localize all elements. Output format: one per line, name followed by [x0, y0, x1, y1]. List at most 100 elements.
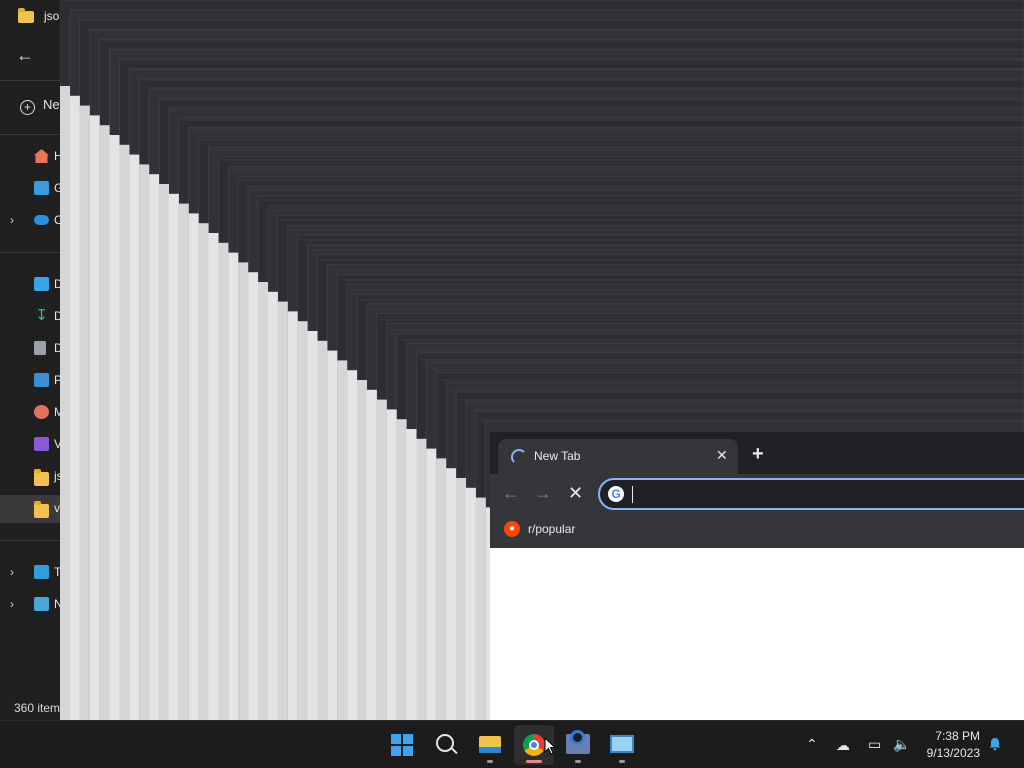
ghost-light-strip — [317, 340, 328, 720]
taskbar: ⌃ ☁ ▭ 🔈 7:38 PM 9/13/2023 — [0, 720, 1024, 768]
new-tab-button[interactable]: + — [752, 444, 764, 464]
ghost-light-strip — [198, 223, 209, 720]
running-indicator — [619, 760, 625, 763]
ghost-light-strip — [337, 360, 348, 720]
tab-title: New Tab — [534, 449, 581, 463]
pictures-icon — [34, 373, 49, 387]
ghost-light-strip — [168, 193, 179, 720]
control-panel-icon — [610, 735, 634, 753]
ghost-light-strip — [228, 252, 239, 720]
documents-icon — [34, 341, 46, 355]
start-button[interactable] — [382, 725, 422, 765]
ghost-light-strip — [307, 331, 318, 720]
page-content[interactable] — [490, 548, 1024, 720]
ghost-light-strip — [426, 448, 437, 720]
remote-app-icon — [566, 730, 590, 754]
network-icon — [34, 597, 49, 611]
close-tab-icon[interactable]: ✕ — [716, 447, 728, 463]
onedrive-tray-icon[interactable]: ☁ — [836, 737, 850, 753]
running-indicator — [487, 760, 493, 763]
running-indicator — [575, 760, 581, 763]
ghost-light-strip — [79, 105, 90, 720]
taskbar-file-explorer[interactable] — [470, 725, 510, 765]
ghost-light-strip — [386, 409, 397, 720]
active-indicator — [526, 760, 542, 763]
tab-new-tab[interactable]: New Tab ✕ — [498, 439, 738, 474]
chrome-window: New Tab ✕ + ← → ✕ G ● r/popular — [490, 432, 1024, 720]
text-caret — [632, 486, 633, 503]
ghost-light-strip — [139, 164, 150, 720]
clock-date[interactable]: 9/13/2023 — [920, 746, 980, 760]
taskbar-control-app[interactable] — [602, 725, 642, 765]
status-bar-item-count: 360 items — [14, 701, 67, 715]
volume-muted-icon[interactable]: 🔈 — [893, 736, 910, 752]
ghost-light-strip — [267, 291, 278, 720]
folder-icon — [34, 469, 49, 486]
back-button[interactable]: ← — [502, 483, 520, 503]
ghost-light-strip — [208, 233, 219, 720]
ghost-light-strip — [327, 350, 338, 720]
close-icon: ✕ — [568, 483, 584, 503]
tab-strip: New Tab ✕ + — [490, 432, 1024, 474]
clock-time[interactable]: 7:38 PM — [928, 729, 980, 743]
music-icon — [34, 405, 49, 419]
ghost-light-strip — [69, 95, 80, 720]
home-icon — [34, 149, 49, 163]
back-button[interactable]: ← — [16, 44, 40, 66]
ghost-light-strip — [376, 399, 387, 720]
ghost-light-strip — [159, 184, 169, 720]
onedrive-icon — [34, 215, 49, 225]
ghost-light-strip — [416, 438, 427, 720]
ghost-light-strip — [99, 125, 110, 720]
chevron-right-icon[interactable]: › — [10, 597, 14, 611]
notification-bell-icon[interactable] — [988, 737, 1002, 751]
search-button[interactable] — [426, 725, 466, 765]
ghost-light-strip — [396, 419, 407, 720]
folder-icon — [18, 8, 34, 23]
file-explorer-icon — [479, 736, 501, 753]
network-tray-icon[interactable]: ▭ — [868, 736, 881, 752]
taskbar-remote-app[interactable] — [558, 725, 598, 765]
download-icon: ↧ — [35, 307, 48, 324]
bookmarks-bar: ● r/popular — [490, 514, 1024, 548]
show-hidden-icons-button[interactable]: ⌃ — [806, 736, 818, 752]
ghost-light-strip — [109, 135, 120, 720]
arrow-left-icon: ← — [502, 483, 520, 503]
ghost-light-strip — [446, 468, 457, 720]
ghost-light-strip — [129, 154, 140, 720]
ghost-light-strip — [277, 301, 288, 720]
chevron-right-icon[interactable]: › — [10, 213, 14, 227]
ghost-light-strip — [366, 389, 377, 720]
chevron-right-icon[interactable]: › — [10, 565, 14, 579]
ghost-light-strip — [347, 370, 358, 720]
ghost-light-strip — [149, 174, 160, 720]
ghost-light-strip — [297, 321, 308, 720]
videos-icon — [34, 437, 49, 451]
ghost-light-strip — [465, 487, 476, 720]
ghost-light-strip — [178, 203, 189, 720]
chevron-up-icon: ⌃ — [806, 736, 818, 752]
address-bar[interactable]: G — [598, 478, 1024, 510]
ghost-light-strip — [456, 478, 466, 720]
desktop-icon — [34, 277, 49, 291]
chrome-icon — [523, 734, 545, 756]
ghost-light-strip — [238, 262, 249, 720]
arrow-left-icon: ← — [16, 45, 34, 65]
ghost-light-strip — [406, 429, 417, 720]
search-icon — [436, 734, 454, 752]
bookmark-label: r/popular — [528, 522, 576, 536]
pc-icon — [34, 565, 49, 579]
arrow-right-icon: → — [534, 483, 552, 503]
ghost-light-strip — [60, 86, 70, 720]
gallery-icon — [34, 181, 49, 195]
ghost-light-strip — [218, 242, 229, 720]
windows-logo-icon — [391, 734, 413, 756]
ghost-light-strip — [89, 115, 100, 720]
mouse-cursor-icon — [544, 737, 556, 755]
stop-loading-button[interactable]: ✕ — [568, 483, 583, 503]
reddit-icon: ● — [504, 521, 520, 537]
plus-icon: + — [752, 443, 764, 465]
ghost-light-strip — [357, 380, 367, 720]
ghost-light-strip — [119, 144, 130, 720]
forward-button[interactable]: → — [534, 483, 552, 503]
